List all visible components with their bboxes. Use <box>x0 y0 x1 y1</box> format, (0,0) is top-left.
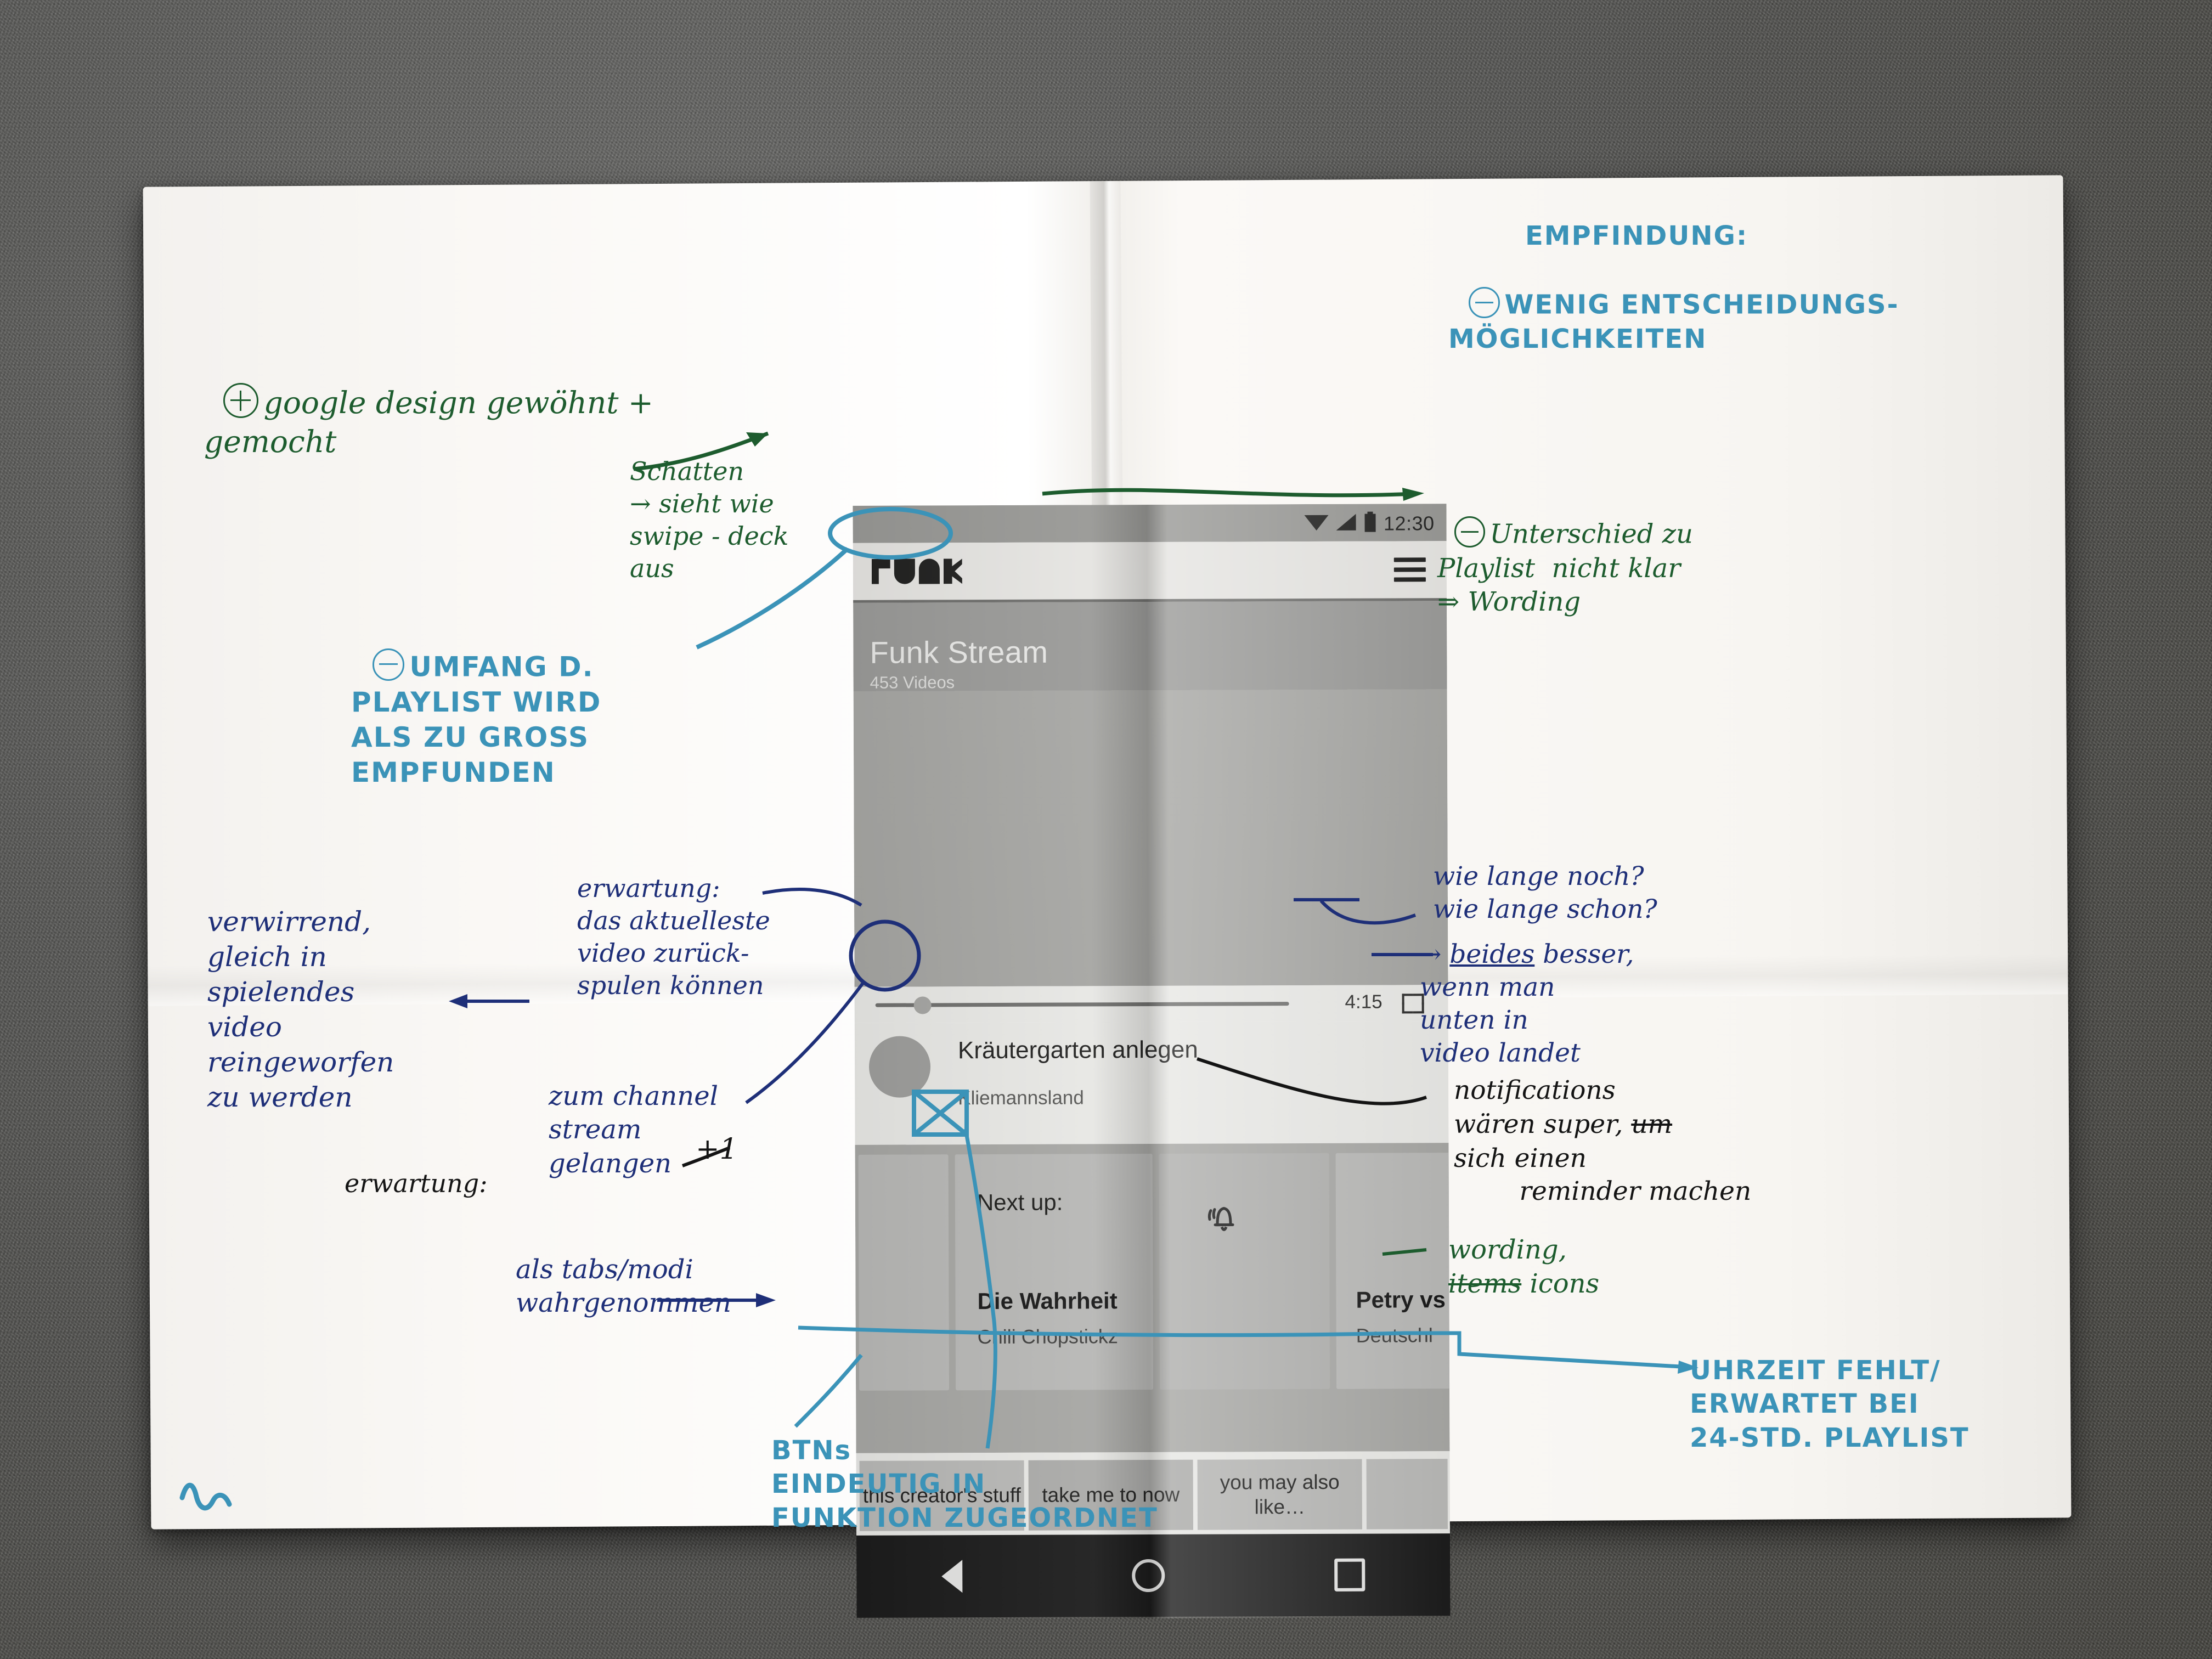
annotation-verwirrend: verwirrend, gleich in spielendes video r… <box>207 906 394 1113</box>
signal-icon <box>1335 513 1357 534</box>
annotation-btns-eindeutig: BTNs EINDEUTIG IN FUNKTION ZUGEORDNET <box>771 1435 1158 1533</box>
battery-icon <box>1364 511 1377 535</box>
avatar[interactable] <box>868 1036 931 1098</box>
status-bar: 12:30 <box>853 504 1447 543</box>
annotation-schatten: Schatten → sieht wie swipe - deck aus <box>630 456 789 583</box>
card-subtitle: Deutschl <box>1356 1324 1433 1347</box>
funk-logo <box>872 558 962 584</box>
annotation-wie-lange: wie lange noch? wie lange schon? <box>1433 861 1657 925</box>
card-title: Die Wahrheit <box>977 1288 1118 1314</box>
player-controls: 4:15 <box>854 985 1448 1023</box>
annotation-als-tabs-modi: als tabs/modi wahrgenommen <box>516 1254 731 1319</box>
duration-label: 4:15 <box>1345 991 1383 1013</box>
android-nav-bar <box>856 1533 1451 1618</box>
bell-icon[interactable] <box>1201 1194 1247 1240</box>
now-playing-channel: Kliemannsland <box>958 1087 1084 1109</box>
status-bar-clock: 12:30 <box>1383 511 1435 535</box>
back-triangle-icon[interactable] <box>941 1560 963 1593</box>
minus-circle-icon <box>1469 287 1500 318</box>
annotation-notifications-line2: wären super, um <box>1454 1109 1673 1139</box>
now-playing-title: Kräutergarten anlegen <box>957 1036 1198 1064</box>
hamburger-menu-icon[interactable] <box>1393 557 1426 587</box>
annotation-notifications-line1: notifications <box>1454 1075 1616 1105</box>
annotation-erwartung-label: erwartung: <box>345 1169 488 1198</box>
minus-circle-icon <box>1454 516 1485 548</box>
card-carousel: Next up: Die Wahrheit Chili Chopstickz P… <box>855 1143 1451 1453</box>
annotation-wording-icons-line2: items icons <box>1448 1268 1600 1299</box>
card-title: Petry vs <box>1356 1286 1446 1313</box>
plus-circle-icon <box>223 383 258 419</box>
home-circle-icon[interactable] <box>1132 1559 1165 1593</box>
annotation-beides-besser: → beides besser, wenn man unten in video… <box>1420 939 1634 1069</box>
minus-circle-icon <box>372 648 405 681</box>
card-item[interactable] <box>858 1154 950 1391</box>
annotation-google-design: google design gewöhnt + gemocht <box>204 345 653 461</box>
annotation-zum-channel-stream: zum channel stream gelangen <box>549 1081 718 1179</box>
progress-track[interactable] <box>875 1002 1289 1007</box>
card-subtitle: Chili Chopstickz <box>977 1325 1118 1348</box>
annotation-erwartung-zuruckspulen: erwartung: das aktuelleste video zurück-… <box>577 873 770 1000</box>
annotation-wording-icons-line1: wording, <box>1448 1234 1567 1265</box>
recents-square-icon[interactable] <box>1334 1558 1365 1592</box>
annotation-uhrzeit-fehlt: UHRZEIT FEHLT/ ERWARTET BEI 24-STD. PLAY… <box>1690 1355 1970 1453</box>
annotation-empfindung: WENIG ENTSCHEIDUNGS- MÖGLICHKEITEN <box>1448 253 1899 356</box>
now-playing-row: Kräutergarten anlegen Kliemannsland <box>854 1021 1449 1145</box>
next-up-label: Next up: <box>977 1189 1063 1216</box>
hero-banner: Funk Stream 453 Videos <box>853 598 1448 987</box>
card-item[interactable] <box>1335 1152 1451 1389</box>
app-bar <box>853 541 1447 600</box>
card-item[interactable] <box>1159 1153 1330 1390</box>
annotation-plus-one: +1 <box>696 1133 738 1166</box>
annotation-unterschied-playlist: Unterschied zu Playlist nicht klar ⇒ Wor… <box>1437 483 1693 619</box>
annotation-notifications-line3: sich einen reminder machen <box>1454 1143 1752 1207</box>
video-count: 453 Videos <box>870 673 955 692</box>
annotation-empfindung-title: EMPFINDUNG: <box>1525 221 1748 251</box>
progress-knob[interactable] <box>913 996 932 1014</box>
tab-overflow[interactable] <box>1366 1459 1448 1530</box>
annotation-umfang: UMFANG D. PLAYLIST WIRD ALS ZU GROSS EMP… <box>351 613 601 790</box>
wifi-icon <box>1304 513 1329 534</box>
page-title: Funk Stream <box>870 634 1048 670</box>
tab-you-may-also-like[interactable]: you may also like… <box>1197 1459 1362 1530</box>
